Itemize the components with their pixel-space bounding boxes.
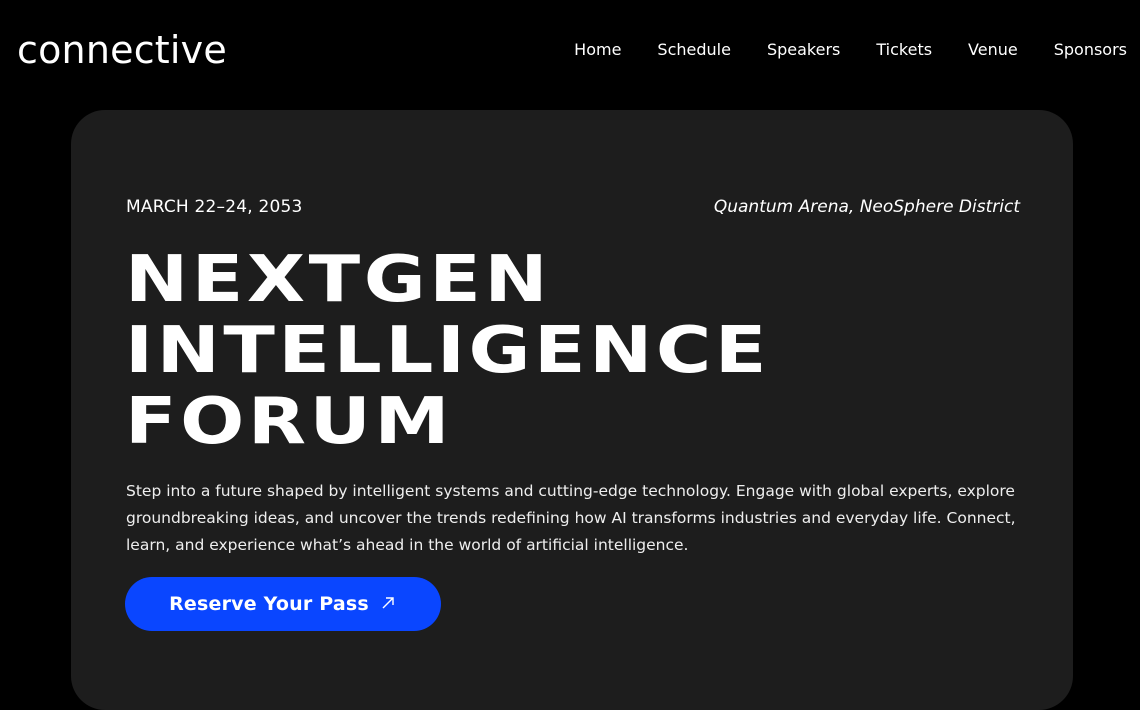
nav-link-sponsors[interactable]: Sponsors: [1054, 38, 1127, 62]
arrow-up-right-icon: [381, 596, 397, 612]
nav-link-home[interactable]: Home: [574, 38, 621, 62]
headline-line-1: NEXTGEN: [125, 243, 552, 317]
nav-link-speakers[interactable]: Speakers: [767, 38, 840, 62]
nav-link-tickets[interactable]: Tickets: [876, 38, 932, 62]
headline-line-3: FORUM: [125, 385, 454, 459]
hero-description: Step into a future shaped by intelligent…: [126, 482, 1016, 554]
site-header: connective Home Schedule Speakers Ticket…: [0, 0, 1140, 100]
event-venue: Quantum Arena, NeoSphere District: [713, 197, 1020, 217]
nav-link-schedule[interactable]: Schedule: [657, 38, 731, 62]
nav-link-venue[interactable]: Venue: [968, 38, 1018, 62]
hero-headline: NEXTGEN INTELLIGENCE FORUM: [125, 245, 770, 458]
headline-line-2: INTELLIGENCE: [125, 314, 771, 388]
reserve-pass-label: Reserve Your Pass: [169, 593, 369, 615]
hero-card: MARCH 22–24, 2053 Quantum Arena, NeoSphe…: [71, 110, 1073, 710]
reserve-pass-button[interactable]: Reserve Your Pass: [125, 577, 441, 631]
site-logo[interactable]: connective: [17, 26, 227, 74]
event-date: MARCH 22–24, 2053: [126, 197, 303, 217]
main-navigation: Home Schedule Speakers Tickets Venue Spo…: [574, 38, 1127, 62]
